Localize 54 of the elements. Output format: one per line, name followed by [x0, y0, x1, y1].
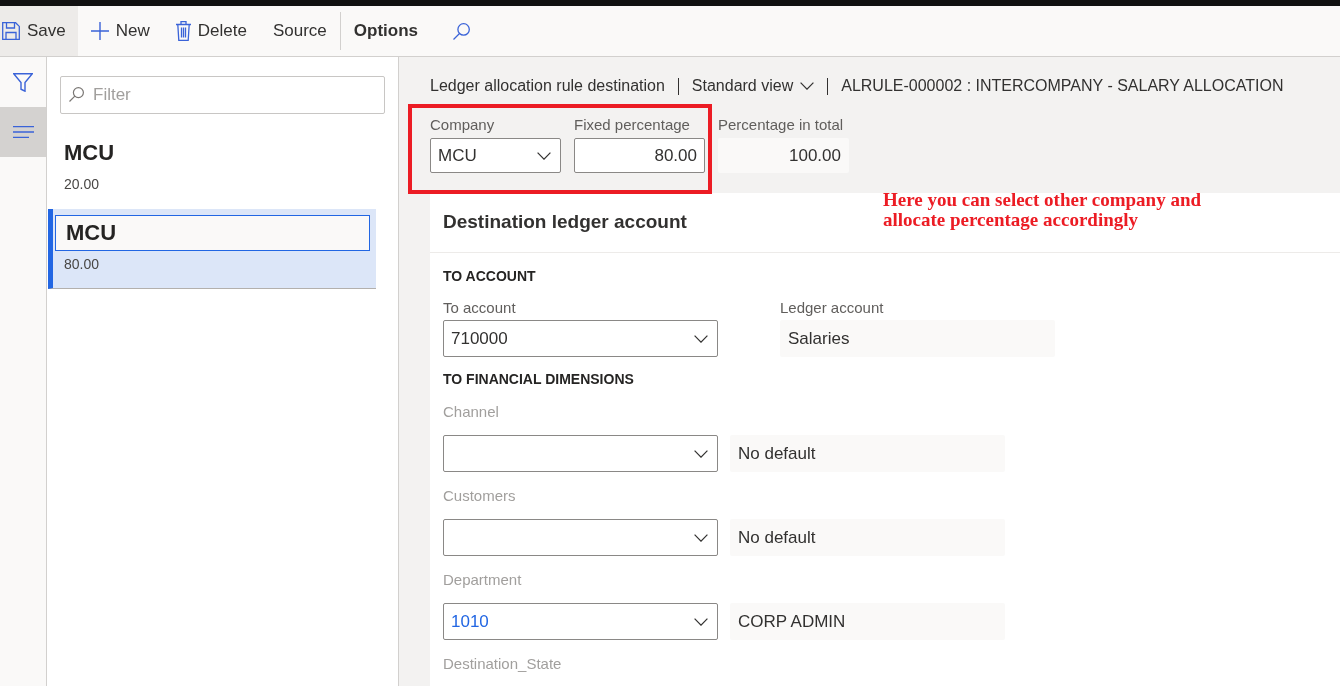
- search-icon: [453, 22, 470, 40]
- filter-field[interactable]: Filter: [60, 76, 385, 114]
- chevron-down-icon: [537, 151, 551, 160]
- title-edit-field[interactable]: MCU: [55, 215, 370, 251]
- field-label: Customers: [443, 486, 516, 506]
- read-only-field: No default: [730, 435, 1005, 472]
- chevron-down-icon: [800, 82, 815, 90]
- list-item-value: 20.00: [64, 175, 100, 194]
- field-label: Percentage in total: [718, 115, 844, 135]
- read-only-field: Salaries: [780, 320, 1055, 357]
- annotation-note: Here you can select other company and allocate percentage accordingly: [883, 190, 1203, 230]
- page-title: Ledger allocation rule destination: [430, 76, 665, 96]
- field-label: Company: [430, 115, 495, 135]
- section-heading: TO FINANCIAL DIMENSIONS: [443, 370, 634, 389]
- list-item-title: MCU: [64, 139, 115, 167]
- save-button[interactable]: Save: [0, 6, 78, 56]
- read-only-field: 100.00: [718, 138, 849, 173]
- section-heading: TO ACCOUNT: [443, 267, 536, 286]
- list-item[interactable]: MCU 80.00: [48, 209, 376, 289]
- field-label: Department: [443, 570, 522, 590]
- chevron-down-icon: [694, 334, 708, 343]
- dropdown-field[interactable]: MCU: [430, 138, 561, 173]
- view-selector[interactable]: Standard view: [691, 74, 815, 98]
- filter-icon: [13, 72, 33, 92]
- lines-icon: [12, 126, 34, 138]
- chevron-down-icon: [694, 533, 708, 542]
- options-menu[interactable]: Options: [340, 6, 431, 56]
- number-field[interactable]: 80.00: [574, 138, 705, 173]
- toolbar-button[interactable]: Source: [259, 6, 340, 56]
- field-label: Channel: [443, 402, 499, 422]
- save-icon: [2, 22, 20, 40]
- plus-icon: [90, 22, 109, 40]
- list-item-title: MCU: [66, 219, 117, 247]
- dropdown-field[interactable]: [443, 435, 718, 472]
- field-label: Ledger account: [780, 298, 884, 318]
- record-title: ALRULE-000002 : INTERCOMPANY - SALARY ALLOCATION: [841, 76, 1284, 96]
- list-view-button[interactable]: [0, 107, 46, 157]
- card-title: Destination ledger account: [443, 210, 687, 235]
- chevron-down-icon: [694, 449, 708, 458]
- read-only-field: No default: [730, 519, 1005, 556]
- delete-button[interactable]: Delete: [162, 6, 260, 56]
- field-label: Destination_State: [443, 654, 562, 674]
- dropdown-field[interactable]: [443, 519, 718, 556]
- field-label: To account: [443, 298, 516, 318]
- list-item[interactable]: MCU 20.00: [48, 129, 376, 209]
- dropdown-field[interactable]: 1010: [443, 603, 718, 640]
- chevron-down-icon: [694, 617, 708, 626]
- dropdown-field[interactable]: 710000: [443, 320, 718, 357]
- search-icon: [69, 87, 84, 102]
- list-item-value: 80.00: [64, 255, 100, 274]
- trash-icon: [175, 21, 191, 41]
- field-label: Fixed percentage: [574, 115, 690, 135]
- new-button[interactable]: New: [77, 6, 163, 56]
- read-only-field: CORP ADMIN: [730, 603, 1005, 640]
